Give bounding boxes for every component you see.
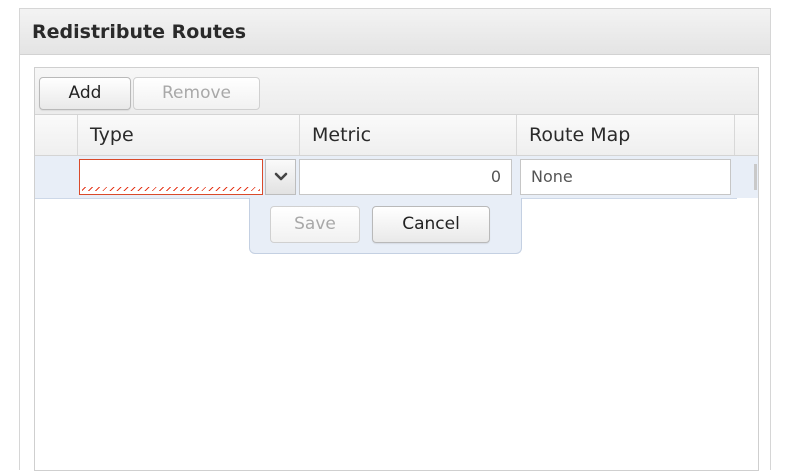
column-resize-handle[interactable]: [754, 164, 757, 190]
redistribute-routes-panel: Redistribute Routes Add Remove Type Metr…: [19, 8, 771, 471]
save-button[interactable]: Save: [270, 206, 360, 243]
chevron-down-icon: [274, 172, 287, 181]
column-header-route-map[interactable]: Route Map: [516, 115, 735, 155]
grid-header-row: Type Metric Route Map: [35, 115, 758, 156]
route-map-input[interactable]: None: [520, 159, 731, 195]
editing-row: 0 None: [35, 156, 737, 199]
row-editor-buttons: Save Cancel: [249, 198, 522, 254]
metric-input[interactable]: 0: [299, 159, 512, 195]
remove-button[interactable]: Remove: [133, 77, 260, 110]
invalid-underline: [82, 187, 260, 191]
column-header-type[interactable]: Type: [77, 115, 299, 155]
type-combobox-input[interactable]: [79, 159, 263, 195]
routes-grid: Add Remove Type Metric Route Map 0 None: [34, 67, 759, 471]
type-dropdown-trigger[interactable]: [265, 159, 296, 195]
cancel-button[interactable]: Cancel: [372, 206, 490, 243]
grid-toolbar: Add Remove: [35, 68, 758, 115]
panel-header: Redistribute Routes: [20, 9, 770, 55]
column-header-metric[interactable]: Metric: [299, 115, 516, 155]
panel-title: Redistribute Routes: [32, 21, 247, 43]
add-button[interactable]: Add: [39, 77, 131, 110]
